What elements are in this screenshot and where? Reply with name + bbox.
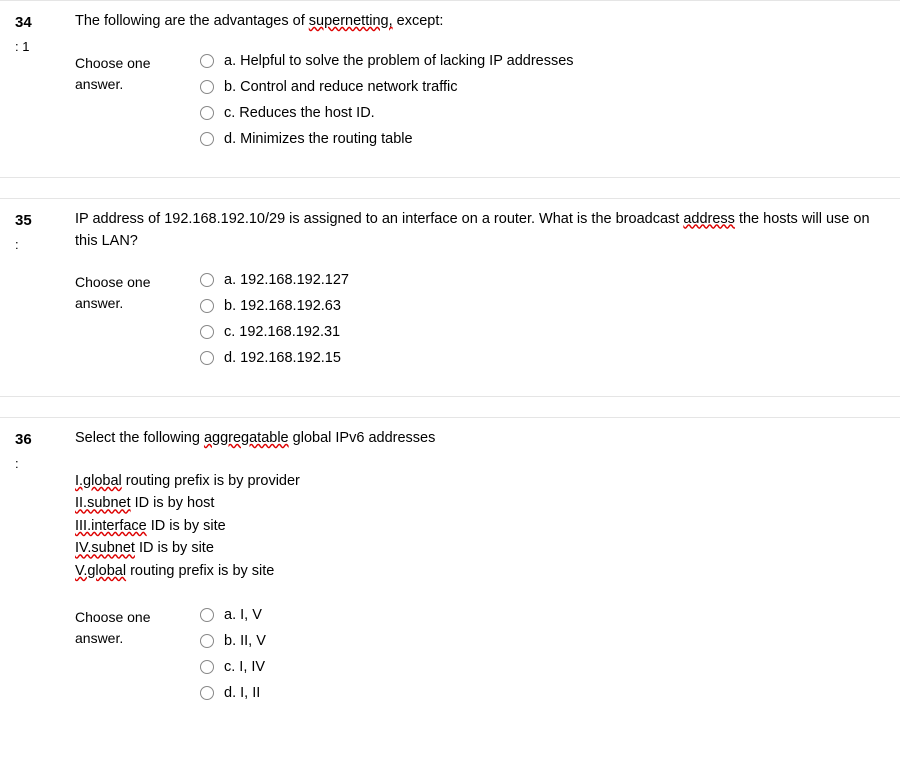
- radio-icon[interactable]: [200, 660, 214, 674]
- options: a. Helpful to solve the problem of lacki…: [200, 53, 885, 157]
- question-content: IP address of 192.168.192.10/29 is assig…: [75, 209, 885, 377]
- options: a. I, V b. II, V c. I, IV d. I, II: [200, 607, 885, 711]
- option-label: a. I, V: [224, 607, 262, 623]
- radio-icon[interactable]: [200, 80, 214, 94]
- option-b[interactable]: b. II, V: [200, 633, 885, 649]
- statement-3: III.interface ID is by site: [75, 515, 885, 537]
- squiggle-word: aggregatable: [204, 430, 289, 446]
- squiggle-word: supernetting,: [309, 13, 393, 29]
- question-sub: : 1: [15, 37, 75, 58]
- option-c[interactable]: c. Reduces the host ID.: [200, 105, 885, 121]
- option-label: c. Reduces the host ID.: [224, 105, 375, 121]
- question-content: Select the following aggregatable global…: [75, 428, 885, 711]
- option-c[interactable]: c. I, IV: [200, 659, 885, 675]
- option-b[interactable]: b. Control and reduce network traffic: [200, 79, 885, 95]
- option-a[interactable]: a. 192.168.192.127: [200, 272, 885, 288]
- choose-label: Choose one answer.: [75, 272, 200, 314]
- statement-4: IV.subnet ID is by site: [75, 537, 885, 559]
- radio-icon[interactable]: [200, 351, 214, 365]
- option-label: b. Control and reduce network traffic: [224, 79, 457, 95]
- options: a. 192.168.192.127 b. 192.168.192.63 c. …: [200, 272, 885, 376]
- option-b[interactable]: b. 192.168.192.63: [200, 298, 885, 314]
- answer-row: Choose one answer. a. 192.168.192.127 b.…: [75, 272, 885, 376]
- option-d[interactable]: d. 192.168.192.15: [200, 350, 885, 366]
- question-number: 36: [15, 428, 75, 452]
- option-label: d. Minimizes the routing table: [224, 131, 413, 147]
- question-35: 35 : IP address of 192.168.192.10/29 is …: [0, 198, 900, 398]
- question-number: 35: [15, 209, 75, 233]
- radio-icon[interactable]: [200, 325, 214, 339]
- radio-icon[interactable]: [200, 686, 214, 700]
- squiggle-word: address: [683, 211, 735, 227]
- question-content: The following are the advantages of supe…: [75, 11, 885, 157]
- option-a[interactable]: a. I, V: [200, 607, 885, 623]
- choose-label: Choose one answer.: [75, 607, 200, 649]
- question-text: Select the following aggregatable global…: [75, 428, 885, 450]
- radio-icon[interactable]: [200, 608, 214, 622]
- question-34: 34 : 1 The following are the advantages …: [0, 0, 900, 178]
- option-label: c. I, IV: [224, 659, 265, 675]
- question-36: 36 : Select the following aggregatable g…: [0, 417, 900, 731]
- question-sub: :: [15, 235, 75, 256]
- radio-icon[interactable]: [200, 106, 214, 120]
- question-number-col: 36 :: [15, 428, 75, 711]
- option-label: d. I, II: [224, 685, 260, 701]
- question-text: The following are the advantages of supe…: [75, 11, 885, 33]
- radio-icon[interactable]: [200, 299, 214, 313]
- option-label: a. 192.168.192.127: [224, 272, 349, 288]
- option-label: a. Helpful to solve the problem of lacki…: [224, 53, 574, 69]
- question-number-col: 34 : 1: [15, 11, 75, 157]
- question-sub: :: [15, 454, 75, 475]
- option-label: b. II, V: [224, 633, 266, 649]
- statements: I.global routing prefix is by provider I…: [75, 470, 885, 582]
- option-c[interactable]: c. 192.168.192.31: [200, 324, 885, 340]
- question-number-col: 35 :: [15, 209, 75, 377]
- option-label: d. 192.168.192.15: [224, 350, 341, 366]
- answer-row: Choose one answer. a. I, V b. II, V c. I…: [75, 607, 885, 711]
- option-d[interactable]: d. I, II: [200, 685, 885, 701]
- radio-icon[interactable]: [200, 273, 214, 287]
- choose-label: Choose one answer.: [75, 53, 200, 95]
- question-number: 34: [15, 11, 75, 35]
- option-d[interactable]: d. Minimizes the routing table: [200, 131, 885, 147]
- answer-row: Choose one answer. a. Helpful to solve t…: [75, 53, 885, 157]
- radio-icon[interactable]: [200, 54, 214, 68]
- option-label: c. 192.168.192.31: [224, 324, 340, 340]
- statement-2: II.subnet ID is by host: [75, 492, 885, 514]
- radio-icon[interactable]: [200, 132, 214, 146]
- option-a[interactable]: a. Helpful to solve the problem of lacki…: [200, 53, 885, 69]
- statement-5: V.global routing prefix is by site: [75, 560, 885, 582]
- statement-1: I.global routing prefix is by provider: [75, 470, 885, 492]
- option-label: b. 192.168.192.63: [224, 298, 341, 314]
- question-text: IP address of 192.168.192.10/29 is assig…: [75, 209, 885, 253]
- radio-icon[interactable]: [200, 634, 214, 648]
